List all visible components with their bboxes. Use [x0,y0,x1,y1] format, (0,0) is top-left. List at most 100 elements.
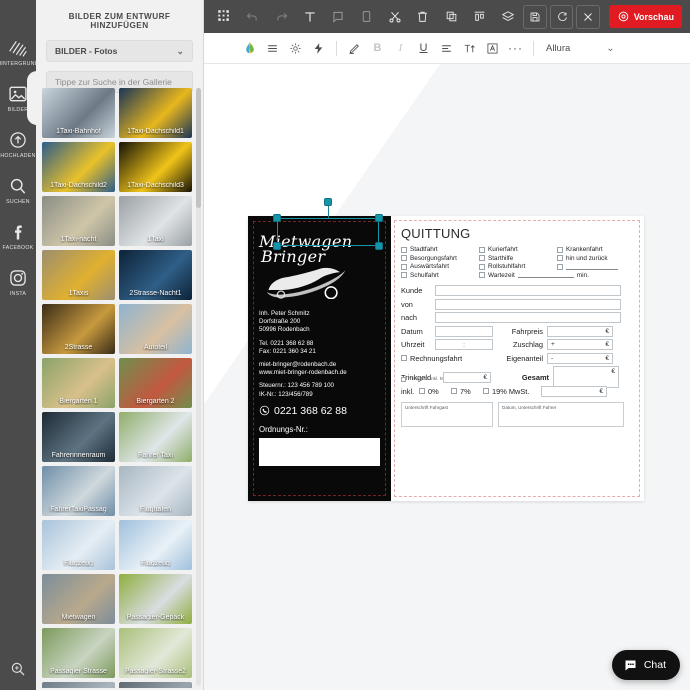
save-button[interactable] [523,4,547,29]
sidebar-item-hochladen[interactable]: HOCHLADEN [0,122,36,166]
selection-handle-tl[interactable] [273,214,281,222]
gallery-thumbnail[interactable]: 2Strasse-Nacht1 [119,250,192,300]
selection-handle-br[interactable] [375,242,383,250]
gallery-thumbnail[interactable]: 1Taxi-Bahnhof [42,88,115,138]
canvas-zoom-button[interactable] [0,660,36,678]
checkbox-kurierfahrt[interactable]: Kurierfahrt [479,246,557,253]
gallery-thumbnail[interactable]: 1Taxi-Dachschild1 [119,88,192,138]
gallery-thumbnail[interactable]: Autoteil [119,304,192,354]
bold-icon[interactable]: B [366,37,389,59]
gallery-thumbnail[interactable]: FahrerTaxiPassag [42,466,115,516]
input-nach[interactable] [435,312,621,323]
gallery-thumbnail[interactable]: Flughafen [119,466,192,516]
gallery-thumbnail[interactable]: 1Taxi-Dachschild3 [119,142,192,192]
close-button[interactable] [576,4,600,29]
effects-icon[interactable] [307,37,330,59]
input-fahrpreis[interactable] [547,325,613,337]
custom-blank-line[interactable] [566,264,618,270]
pen-icon[interactable] [343,37,366,59]
signature-fahrer[interactable]: Datum, Unterschrift Fahrer [498,401,624,427]
checkbox-box[interactable] [419,388,425,394]
input-mwst[interactable] [541,385,607,397]
checkbox-custom[interactable] [557,263,635,270]
shape-icon[interactable] [325,5,350,29]
undo-icon[interactable] [240,5,265,29]
redo-icon[interactable] [269,5,294,29]
sidebar-item-facebook[interactable]: FACEBOOK [0,214,36,258]
input-von[interactable] [435,298,621,310]
gallery-thumbnail[interactable]: Flugzeug [42,520,115,570]
list-icon[interactable] [261,37,284,59]
gallery-thumbnail[interactable]: Mietwagen [42,574,115,624]
selection-handle-bl[interactable] [273,242,281,250]
gallery-thumbnail[interactable]: Flugzeug [119,520,192,570]
text-frame-icon[interactable] [481,37,504,59]
gallery-thumbnail[interactable] [42,682,115,688]
checkbox-starthilfe[interactable]: Starthilfe [479,255,557,262]
checkbox-box[interactable] [401,376,406,382]
checkbox-mwst-19[interactable]: 19% MwSt. [483,387,541,396]
text-size-icon[interactable] [458,37,481,59]
checkbox-krankenfahrt[interactable]: Krankenfahrt [557,246,635,253]
checkbox-wartezeit[interactable]: Wartezeit min. [479,272,635,279]
font-family-select[interactable]: Allura ⌄ [546,43,615,54]
italic-icon[interactable]: I [389,37,412,59]
gallery-thumbnail[interactable]: 1Taxi-nacht [42,196,115,246]
gallery-thumbnail[interactable]: Passagier-Strasse2 [119,628,192,678]
input-kunde[interactable] [435,285,621,296]
checkbox-box[interactable] [557,263,563,270]
gallery-thumbnail[interactable]: Fahrer Taxi [119,412,192,462]
checkbox-box[interactable] [401,355,407,361]
checkbox-box[interactable] [557,246,563,253]
text-icon[interactable] [297,5,322,29]
checkbox-box[interactable] [479,263,485,270]
checkbox-box[interactable] [479,272,485,278]
input-trinkgeld[interactable] [443,371,491,383]
input-eigenanteil[interactable]: - [547,352,613,364]
refresh-button[interactable] [549,4,574,29]
chat-button[interactable]: Chat [611,650,680,680]
copy-icon[interactable] [439,5,464,29]
checkbox-box[interactable] [401,255,407,261]
preview-button[interactable]: Vorschau [608,5,683,28]
checkbox-rollstuhlfahrt[interactable]: Rollstuhlfahrt [479,263,557,270]
color-drop-icon[interactable] [238,37,261,59]
card-left-panel[interactable]: Mietwagen Bringer Inh. Peter Schmitz Dor… [248,216,391,501]
design-canvas[interactable]: Mietwagen Bringer Inh. Peter Schmitz Dor… [204,64,690,690]
checkbox-box[interactable] [451,388,457,394]
checkbox-box[interactable] [479,246,485,253]
wartezeit-blank-line[interactable] [517,272,574,278]
more-icon[interactable]: ··· [504,37,527,59]
checkbox-mwst-0[interactable]: 0% [419,387,451,396]
checkbox-rechnungsfahrt[interactable]: Rechnungsfahrt [401,354,493,363]
gallery-thumbnail[interactable]: 1Taxi [119,196,192,246]
receipt-card[interactable]: Mietwagen Bringer Inh. Peter Schmitz Dor… [248,216,644,501]
sidebar-item-suchen[interactable]: SUCHEN [0,168,36,212]
gallery-scrollbar[interactable] [196,88,201,686]
underline-icon[interactable]: U [412,37,435,59]
checkbox-hin-und-zurueck[interactable]: hin und zurück [557,255,635,262]
signature-fahrgast[interactable]: Unterschrift Fahrgast [401,401,493,427]
selection-handle-rotate[interactable] [324,198,332,206]
card-right-form[interactable]: QUITTUNG Stadtfahrt Kurierfahrt Krankenf… [391,216,644,501]
checkbox-box[interactable] [479,255,485,261]
checkbox-besorgungsfahrt[interactable]: Besorgungsfahrt [401,255,479,262]
checkbox-box[interactable] [557,255,563,261]
ordnungs-nr-input[interactable] [259,437,380,466]
checkbox-box[interactable] [401,263,407,270]
sidebar-item-hintergrund[interactable]: HINTERGRUND [0,30,39,74]
gallery-thumbnail[interactable]: Fahrerinnenraum [42,412,115,462]
checkbox-box[interactable] [483,388,489,394]
sidebar-item-insta[interactable]: INSTA [0,260,36,304]
input-uhrzeit[interactable]: : [435,339,493,350]
gallery-category-select[interactable]: BILDER - Fotos ⌄ [46,40,193,62]
checkbox-box[interactable] [401,272,407,278]
checkbox-schulfahrt[interactable]: Schulfahrt [401,272,479,279]
gallery-thumbnail[interactable]: Passagier-Gepäck [119,574,192,624]
gallery-thumbnail[interactable]: Biergarten 2 [119,358,192,408]
gallery-thumbnail[interactable]: Passagier Strasse [42,628,115,678]
brightness-icon[interactable] [284,37,307,59]
input-datum[interactable] [435,325,493,337]
gallery-thumbnail[interactable]: Biergarten 1 [42,358,115,408]
paste-icon[interactable] [354,5,379,29]
